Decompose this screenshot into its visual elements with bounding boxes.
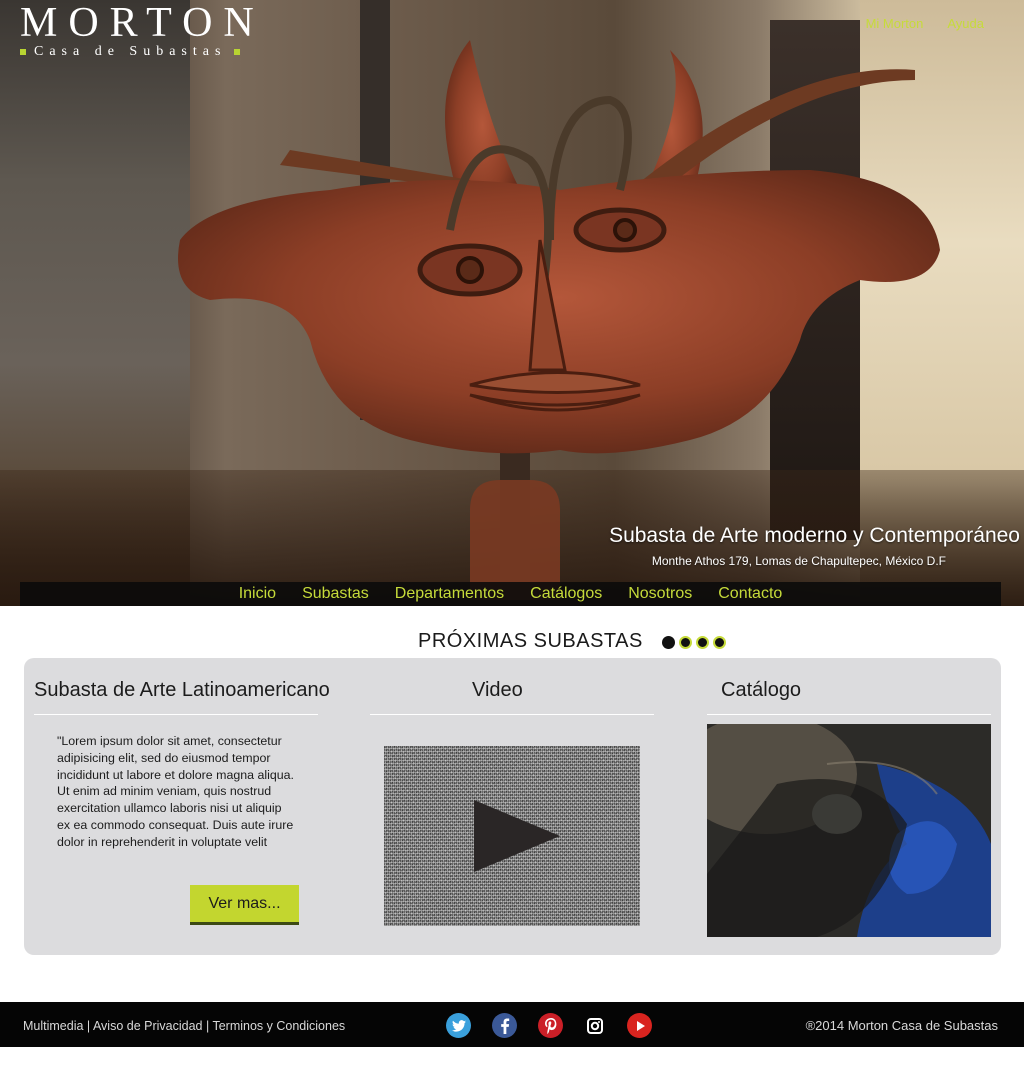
social-icons — [446, 1013, 652, 1038]
footer: Multimedia | Aviso de Privacidad | Termi… — [0, 1002, 1024, 1047]
upcoming-header: PRÓXIMAS SUBASTAS — [0, 628, 1024, 658]
slider-dot-2[interactable] — [679, 636, 692, 649]
footer-links[interactable]: Multimedia | Aviso de Privacidad | Termi… — [23, 1019, 345, 1033]
ver-mas-button[interactable]: Ver mas... — [190, 885, 299, 925]
video-player[interactable] — [384, 746, 640, 926]
auction-title: Subasta de Arte Latinoamericano — [34, 679, 330, 701]
sculpture-image — [178, 40, 940, 600]
upcoming-heading: PRÓXIMAS SUBASTAS — [418, 630, 643, 652]
footer-copyright: ®2014 Morton Casa de Subastas — [805, 1018, 998, 1033]
slider-dot-1[interactable] — [662, 636, 675, 649]
logo-square-right — [234, 49, 241, 55]
facebook-icon[interactable] — [492, 1013, 517, 1038]
hero-address: Monthe Athos 179, Lomas de Chapultepec, … — [651, 554, 946, 568]
nav-inicio[interactable]: Inicio — [239, 585, 276, 603]
auction-divider — [34, 714, 318, 715]
pinterest-icon[interactable] — [538, 1013, 563, 1038]
nav-nosotros[interactable]: Nosotros — [628, 585, 692, 603]
logo-square-left — [20, 49, 26, 55]
brand-subtitle: Casa de Subastas — [34, 44, 227, 59]
hero-banner: MORTON Casa de Subastas Mi Morton Ayuda … — [0, 0, 1024, 606]
instagram-icon[interactable] — [584, 1013, 606, 1038]
play-icon[interactable] — [474, 800, 560, 872]
nav-contacto[interactable]: Contacto — [718, 585, 782, 603]
nav-subastas[interactable]: Subastas — [302, 585, 369, 603]
brand-logo[interactable]: MORTON Casa de Subastas — [20, 2, 310, 60]
catalog-title: Catálogo — [721, 679, 802, 701]
auction-description: "Lorem ipsum dolor sit amet, consectetur… — [57, 734, 294, 849]
top-nav-mi-morton[interactable]: Mi Morton — [866, 16, 924, 31]
hero-title: Subasta de Arte moderno y Contemporáneo — [609, 524, 1020, 547]
video-divider — [370, 714, 654, 715]
slider-dot-4[interactable] — [713, 636, 726, 649]
top-nav-ayuda[interactable]: Ayuda — [947, 16, 984, 31]
youtube-icon[interactable] — [627, 1013, 652, 1038]
video-title: Video — [472, 679, 523, 701]
catalog-artwork — [707, 724, 991, 937]
nav-departamentos[interactable]: Departamentos — [395, 585, 504, 603]
top-nav: Mi Morton Ayuda — [866, 16, 984, 31]
catalog-image[interactable] — [707, 724, 991, 937]
nav-catalogos[interactable]: Catálogos — [530, 585, 602, 603]
brand-name: MORTON — [20, 0, 265, 46]
brand-subtitle-row: Casa de Subastas — [20, 44, 310, 60]
catalog-divider — [707, 714, 991, 715]
main-nav: Inicio Subastas Departamentos Catálogos … — [20, 582, 1001, 606]
slider-dots — [662, 636, 726, 649]
twitter-icon[interactable] — [446, 1013, 471, 1038]
slider-dot-3[interactable] — [696, 636, 709, 649]
